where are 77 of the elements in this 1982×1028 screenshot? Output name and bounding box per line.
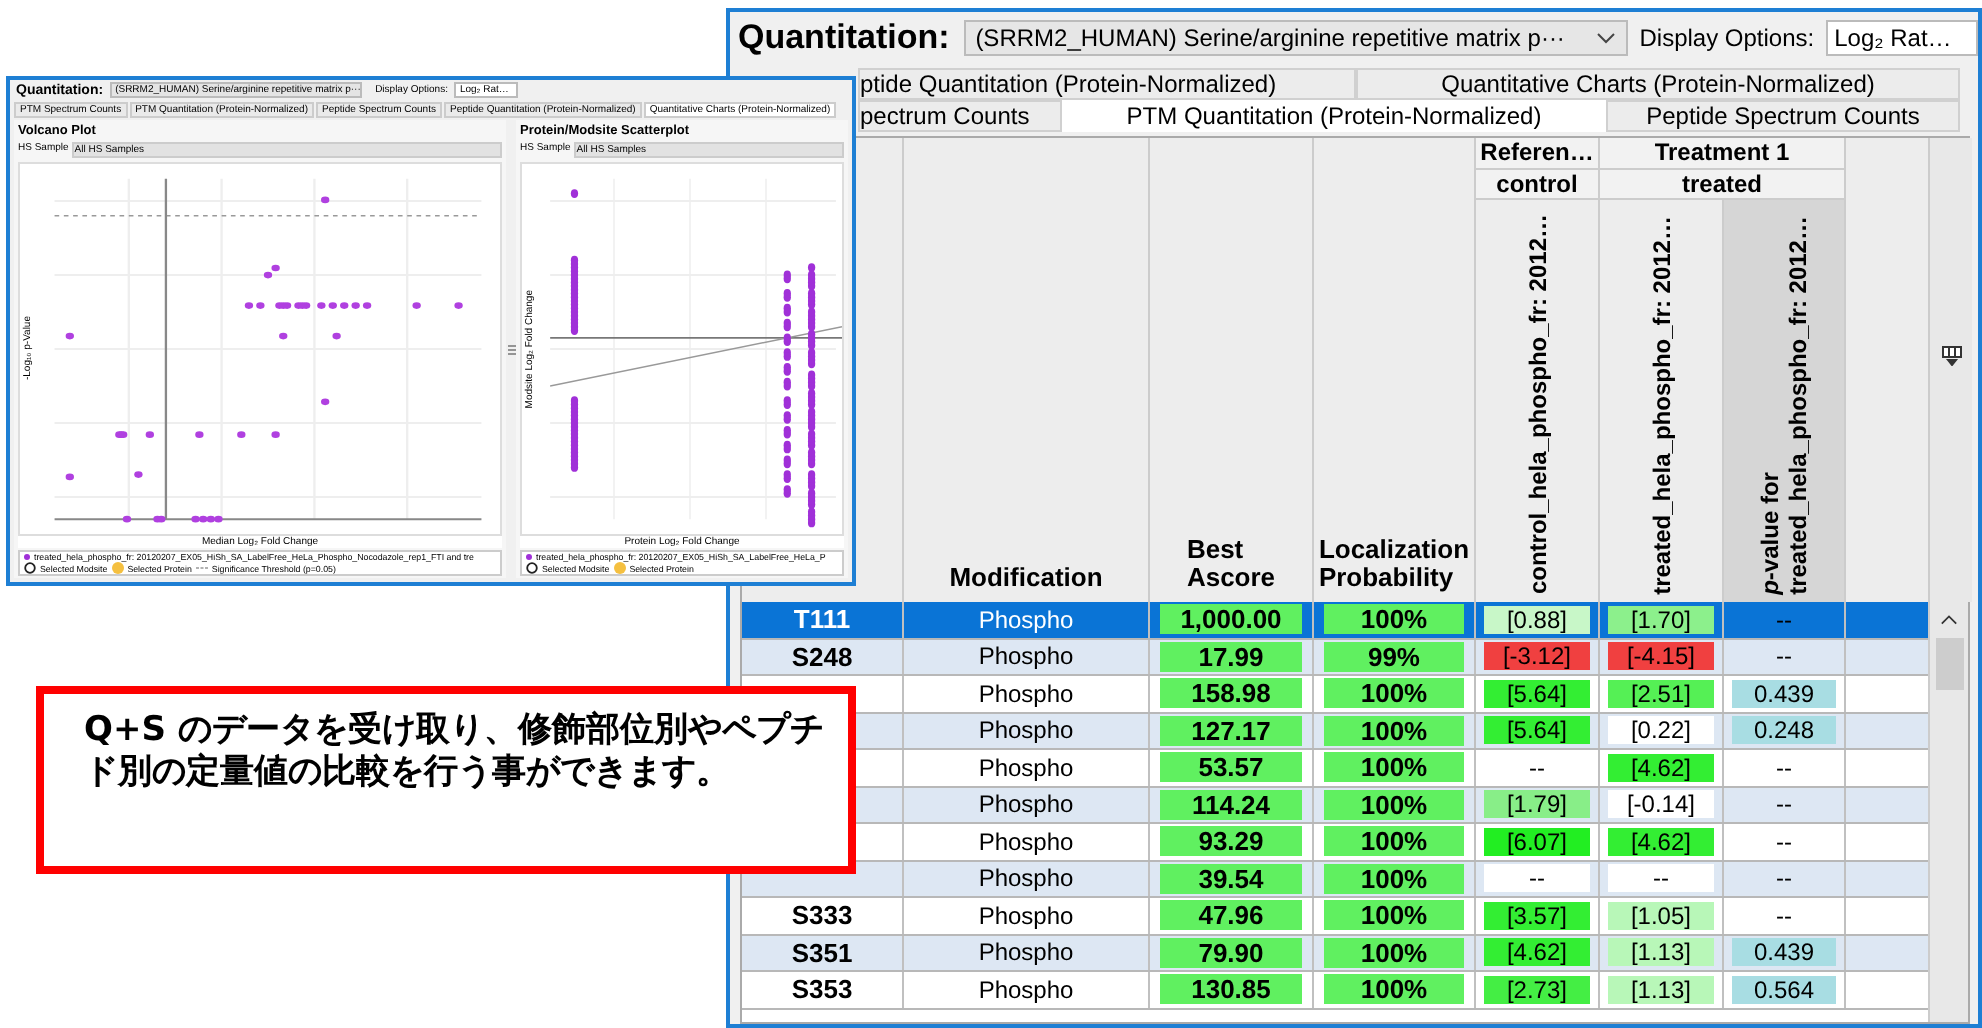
modification-cell: Phospho (978, 938, 1074, 967)
value-cell: [5.64] (1484, 716, 1590, 745)
value-cell: [1.05] (1608, 901, 1714, 930)
value-cell: [4.62] (1484, 938, 1590, 967)
value-cell-text: -- (1526, 753, 1547, 782)
ascore-cell: 93.29 (1159, 826, 1303, 857)
site-cell: S353 (791, 974, 853, 1005)
value-cell-text: -- (1774, 864, 1794, 893)
value-cell: 0.564 (1732, 975, 1836, 1004)
modification-cell: Phospho (978, 790, 1074, 819)
ascore-cell: 1,000.00 (1159, 604, 1303, 635)
probability-cell: 100% (1323, 974, 1465, 1005)
display-options-label: Display Options: (1639, 24, 1815, 52)
value-cell-text: -- (1774, 901, 1794, 930)
site-cell: S248 (791, 641, 853, 672)
site-cell: S351 (791, 937, 853, 968)
modification-cell: Phospho (978, 605, 1074, 634)
modification-cell: Phospho (978, 642, 1074, 671)
value-cell: [1.79] (1484, 790, 1590, 819)
value-cell: [3.57] (1484, 901, 1590, 930)
value-cell: [1.13] (1608, 938, 1714, 967)
value-cell: [6.07] (1484, 827, 1590, 856)
value-cell: [5.64] (1484, 679, 1590, 708)
probability-cell: 100% (1323, 678, 1465, 709)
modification-cell: Phospho (978, 716, 1074, 745)
value-cell: [2.51] (1608, 679, 1714, 708)
value-cell: -- (1484, 864, 1590, 893)
probability-cell: 100% (1323, 715, 1465, 746)
value-cell: [2.73] (1484, 975, 1590, 1004)
value-cell: [1.70] (1608, 605, 1714, 634)
value-cell: 0.439 (1732, 938, 1836, 967)
value-cell: -- (1608, 864, 1714, 893)
modification-cell: Phospho (978, 679, 1074, 708)
value-cell: [4.62] (1608, 753, 1714, 782)
probability-cell: 100% (1323, 789, 1465, 820)
site-cell: S333 (791, 900, 853, 931)
value-cell-text: -- (1774, 642, 1794, 671)
probability-cell: 100% (1323, 752, 1465, 783)
modification-cell: Phospho (978, 901, 1074, 930)
probability-cell: 99% (1323, 641, 1465, 672)
value-cell: [0.22] (1608, 716, 1714, 745)
value-cell-text: -- (1774, 753, 1794, 782)
value-cell: [0.88] (1484, 605, 1590, 634)
value-cell: [-4.15] (1608, 642, 1714, 671)
ascore-cell: 39.54 (1159, 863, 1303, 894)
group-header: Treatment 1 (1600, 138, 1846, 170)
site-cell: T111 (793, 604, 851, 635)
modification-cell: Phospho (978, 753, 1074, 782)
quantitation-label: Quantitation: (738, 18, 952, 58)
ascore-cell: 158.98 (1159, 678, 1303, 709)
value-cell: [-3.12] (1484, 642, 1590, 671)
value-cell-text: -- (1774, 790, 1794, 819)
probability-cell: 100% (1323, 937, 1465, 968)
modification-cell: Phospho (978, 864, 1074, 893)
group-subheader: treated (1600, 170, 1846, 200)
value-cell: [1.13] (1608, 975, 1714, 1004)
ascore-cell: 47.96 (1159, 900, 1303, 931)
ascore-cell: 114.24 (1159, 789, 1303, 820)
value-cell: 0.439 (1732, 679, 1836, 708)
value-cell: [4.62] (1608, 827, 1714, 856)
ascore-cell: 127.17 (1159, 715, 1303, 746)
probability-cell: 100% (1323, 604, 1465, 635)
value-cell: 0.248 (1732, 716, 1836, 745)
probability-cell: 100% (1323, 826, 1465, 857)
value-cell: [-0.14] (1608, 790, 1714, 819)
modification-cell: Phospho (978, 827, 1074, 856)
group-subheader: control (1476, 170, 1600, 200)
probability-cell: 100% (1323, 900, 1465, 931)
value-cell-text: -- (1774, 827, 1794, 856)
value-cell-text: -- (1774, 605, 1794, 634)
modification-cell: Phospho (978, 975, 1074, 1004)
group-header: Referen… (1476, 138, 1600, 170)
probability-cell: 100% (1323, 863, 1465, 894)
ascore-cell: 79.90 (1159, 937, 1303, 968)
ascore-cell: 53.57 (1159, 752, 1303, 783)
ascore-cell: 130.85 (1159, 974, 1303, 1005)
ascore-cell: 17.99 (1159, 641, 1303, 672)
